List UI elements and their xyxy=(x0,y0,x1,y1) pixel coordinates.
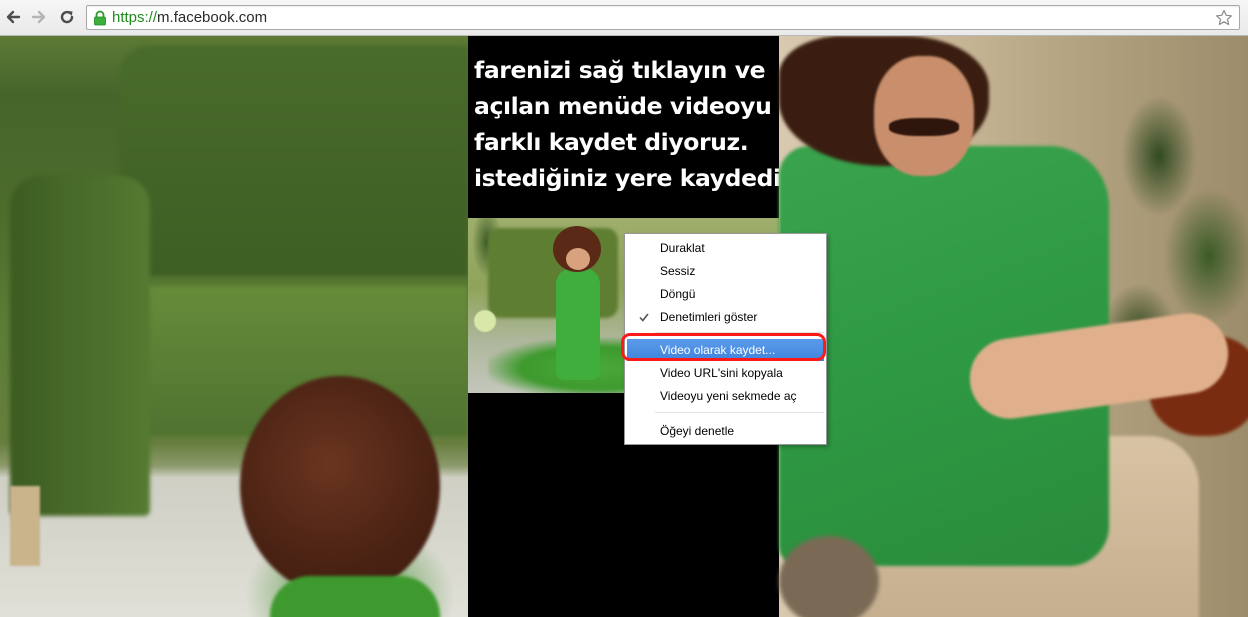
caption-line: farenizi sağ tıklayın ve xyxy=(474,56,766,84)
caption-line: istediğiniz yere kaydedin xyxy=(474,164,798,192)
child-hair xyxy=(240,376,440,596)
man-face xyxy=(874,56,974,176)
menu-item-inspect-element[interactable]: Öğeyi denetle xyxy=(627,420,824,442)
menu-item-label: Öğeyi denetle xyxy=(660,424,735,438)
child-body xyxy=(270,576,440,617)
menu-separator xyxy=(655,412,824,413)
video-child-face xyxy=(566,248,590,270)
menu-item-label: Video URL'sini kopyala xyxy=(660,366,783,380)
address-bar[interactable]: https://m.facebook.com xyxy=(86,5,1240,30)
menu-item-label: Videoyu yeni sekmede aç xyxy=(660,389,797,403)
menu-item-mute[interactable]: Sessiz xyxy=(627,260,824,282)
menu-item-label: Sessiz xyxy=(660,264,696,278)
back-button[interactable] xyxy=(2,6,24,28)
sofa-arm xyxy=(10,176,150,516)
back-arrow-icon xyxy=(6,10,21,24)
menu-item-copy-video-url[interactable]: Video URL'sini kopyala xyxy=(627,362,824,384)
checkmark-icon xyxy=(639,313,649,322)
url-text[interactable]: https://m.facebook.com xyxy=(112,9,267,27)
reload-button[interactable] xyxy=(56,6,78,28)
menu-item-loop[interactable]: Döngü xyxy=(627,283,824,305)
menu-item-show-controls[interactable]: Denetimleri göster xyxy=(627,306,824,328)
video-ball xyxy=(474,310,496,332)
menu-item-open-video-new-tab[interactable]: Videoyu yeni sekmede aç xyxy=(627,385,824,407)
browser-toolbar: https://m.facebook.com xyxy=(0,0,1248,36)
url-host: m.facebook.com xyxy=(157,9,268,26)
caption-line: farklı kaydet diyoruz. xyxy=(474,128,749,156)
caption-line: açılan menüde videoyu xyxy=(474,92,772,120)
background-video-right xyxy=(779,36,1248,617)
context-menu: Duraklat Sessiz Döngü Denetimleri göster… xyxy=(624,233,827,445)
video-child-body xyxy=(556,268,600,380)
man-moustache xyxy=(889,118,959,136)
lock-icon xyxy=(94,10,106,26)
menu-item-label: Video olarak kaydet... xyxy=(660,343,776,357)
url-scheme: https:// xyxy=(112,9,158,26)
star-icon[interactable] xyxy=(1215,9,1233,27)
forward-arrow-icon xyxy=(31,10,46,24)
reload-icon xyxy=(60,10,74,24)
forward-button[interactable] xyxy=(28,6,50,28)
child-hair-right xyxy=(779,536,879,617)
menu-item-label: Döngü xyxy=(660,287,696,301)
caption-text: farenizi sağ tıklayın ve açılan menüde v… xyxy=(474,52,798,196)
menu-item-label: Duraklat xyxy=(660,241,705,255)
sofa-leg xyxy=(10,486,40,566)
menu-item-save-video[interactable]: Video olarak kaydet... xyxy=(627,339,824,361)
menu-separator xyxy=(655,332,824,333)
menu-item-pause[interactable]: Duraklat xyxy=(627,237,824,259)
sofa-back xyxy=(120,46,468,276)
menu-item-label: Denetimleri göster xyxy=(660,310,758,324)
background-video-left xyxy=(0,36,468,617)
